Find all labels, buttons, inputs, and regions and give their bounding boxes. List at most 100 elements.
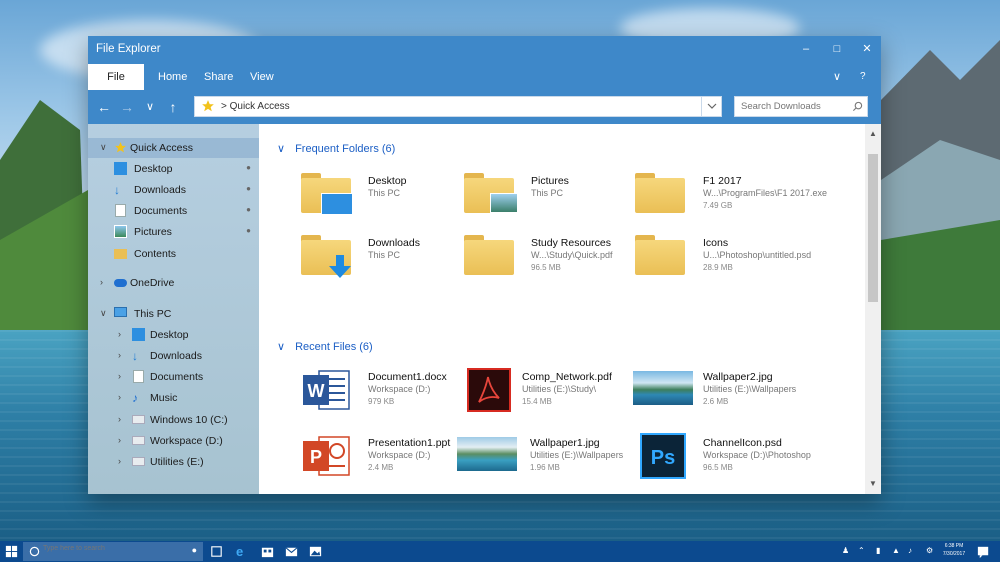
taskbar-search[interactable]: ● [23, 542, 203, 561]
sidebar-item-label: This PC [134, 308, 172, 320]
help-icon[interactable]: ? [860, 64, 866, 90]
sidebar-item-pc-documents[interactable]: › Documents [88, 367, 259, 387]
sidebar-item-this-pc[interactable]: ∨ This PC [88, 304, 259, 324]
sidebar-item-documents[interactable]: Documents ● [88, 201, 259, 221]
sidebar-item-downloads[interactable]: ↓ Downloads ● [88, 180, 259, 200]
chevron-right-icon[interactable]: › [118, 371, 121, 381]
recent-files-header[interactable]: ∨ Recent Files (6) [277, 340, 373, 353]
sidebar-item-label: Desktop [134, 163, 173, 175]
vertical-scrollbar[interactable]: ▲ ▼ [865, 124, 881, 494]
windows-start-icon[interactable] [4, 544, 19, 559]
edge-browser-icon[interactable]: e [236, 544, 251, 559]
chevron-right-icon[interactable]: › [118, 456, 121, 466]
recent-locations-chevron-icon[interactable]: ∨ [140, 96, 160, 118]
settings-gear-icon[interactable]: ⚙ [926, 546, 933, 555]
item-name: Wallpaper2.jpg [703, 371, 773, 383]
powerpoint-file-icon: P [303, 436, 350, 476]
search-input[interactable] [741, 97, 849, 116]
svg-text:Ps: Ps [651, 447, 675, 469]
tab-file[interactable]: File [88, 64, 144, 90]
store-icon[interactable] [260, 544, 275, 559]
chevron-right-icon[interactable]: › [118, 414, 121, 424]
chevron-right-icon[interactable]: › [118, 329, 121, 339]
folder-tile-study-resources[interactable]: Study Resources W...\Study\Quick.pdf 96.… [464, 235, 634, 287]
battery-icon[interactable]: ▮ [876, 546, 880, 555]
chevron-right-icon[interactable]: › [118, 350, 121, 360]
back-arrow-icon[interactable]: ← [94, 96, 114, 118]
sidebar-item-drive-e[interactable]: › Utilities (E:) [88, 452, 259, 472]
address-dropdown-chevron-icon[interactable] [701, 97, 721, 116]
item-name: Downloads [368, 237, 420, 249]
people-icon[interactable]: ♟ [842, 546, 849, 555]
up-arrow-icon[interactable]: ↑ [163, 96, 183, 118]
sidebar-item-music[interactable]: › ♪ Music [88, 388, 259, 408]
pin-icon[interactable]: ● [246, 205, 251, 214]
item-size: 2.6 MB [703, 397, 729, 406]
item-name: Document1.docx [368, 371, 447, 383]
title-bar[interactable]: File Explorer – □ ✕ [88, 36, 881, 64]
file-tile-comp-network[interactable]: Comp_Network.pdf Utilities (E:)\Study\ 1… [465, 367, 635, 419]
file-tile-presentation1[interactable]: P Presentation1.ppt Workspace (D:) 2.4 M… [301, 433, 461, 485]
folder-icon [635, 235, 685, 275]
chevron-down-icon[interactable]: ∨ [277, 340, 285, 353]
network-icon[interactable]: ▲ [892, 546, 900, 555]
notifications-icon[interactable] [976, 544, 991, 559]
close-button[interactable]: ✕ [856, 39, 878, 59]
chevron-down-icon[interactable]: ∨ [277, 142, 285, 155]
folder-tile-pictures[interactable]: Pictures This PC [464, 173, 614, 225]
minimize-button[interactable]: – [795, 39, 817, 59]
picture-icon [114, 225, 127, 238]
folder-tile-icons[interactable]: Icons U...\Photoshop\untitled.psd 28.9 M… [635, 235, 855, 287]
folder-tile-desktop[interactable]: Desktop This PC [301, 173, 451, 225]
frequent-folders-header[interactable]: ∨ Frequent Folders (6) [277, 142, 395, 155]
sidebar-item-pc-downloads[interactable]: › ↓ Downloads [88, 346, 259, 366]
navigation-pane: ∨ Quick Access Desktop ● ↓ Downloads ● D… [88, 124, 259, 494]
search-icon[interactable] [852, 101, 863, 112]
pin-icon[interactable]: ● [246, 226, 251, 235]
address-bar[interactable]: > Quick Access [194, 96, 722, 117]
sidebar-item-drive-d[interactable]: › Workspace (D:) [88, 431, 259, 451]
folder-tile-downloads[interactable]: Downloads This PC [301, 235, 451, 287]
maximize-button[interactable]: □ [826, 39, 848, 59]
item-size: 2.4 MB [368, 463, 394, 472]
sidebar-item-pc-desktop[interactable]: › Desktop [88, 325, 259, 345]
sidebar-item-desktop[interactable]: Desktop ● [88, 159, 259, 179]
file-tile-document1[interactable]: W Document1.docx Workspace (D:) 979 KB [301, 367, 461, 419]
sidebar-item-onedrive[interactable]: › OneDrive [88, 273, 259, 293]
sidebar-item-pictures[interactable]: Pictures ● [88, 222, 259, 242]
mail-icon[interactable] [284, 544, 299, 559]
file-tile-wallpaper2[interactable]: Wallpaper2.jpg Utilities (E:)\Wallpapers… [633, 367, 853, 419]
sidebar-item-contents[interactable]: Contents [88, 244, 259, 264]
pin-icon[interactable]: ● [246, 184, 251, 193]
scroll-down-icon[interactable]: ▼ [865, 477, 881, 491]
chevron-right-icon[interactable]: › [100, 277, 103, 287]
ribbon-expand-icon[interactable]: ∨ [833, 64, 841, 90]
sidebar-item-drive-c[interactable]: › Windows 10 (C:) [88, 410, 259, 430]
pin-icon[interactable]: ● [246, 163, 251, 172]
scroll-up-icon[interactable]: ▲ [865, 127, 881, 141]
taskbar-search-input[interactable] [43, 545, 193, 552]
sidebar-item-quick-access[interactable]: ∨ Quick Access [88, 138, 259, 158]
chevron-down-icon[interactable]: ∨ [100, 308, 107, 319]
file-tile-wallpaper1[interactable]: Wallpaper1.jpg Utilities (E:)\Wallpapers… [457, 433, 637, 485]
chevron-right-icon[interactable]: › [118, 392, 121, 402]
tray-chevron-up-icon[interactable]: ⌃ [858, 546, 865, 555]
item-name: Wallpaper1.jpg [530, 437, 600, 449]
clock[interactable]: 6:38 PM 7/30/2017 [942, 543, 966, 557]
forward-arrow-icon[interactable]: → [117, 96, 137, 118]
folder-tile-f1-2017[interactable]: F1 2017 W...\ProgramFiles\F1 2017.exe 7.… [635, 173, 855, 225]
task-view-icon[interactable] [209, 544, 224, 559]
scrollbar-thumb[interactable] [868, 154, 878, 302]
file-tile-channelicon[interactable]: Ps ChannelIcon.psd Workspace (D:)\Photos… [640, 433, 860, 485]
item-name: Comp_Network.pdf [522, 371, 612, 383]
item-location: Workspace (D:) [368, 384, 431, 394]
tab-view[interactable]: View [238, 64, 286, 90]
volume-icon[interactable]: ♪ [908, 546, 912, 555]
drive-icon [132, 436, 145, 445]
search-box[interactable] [734, 96, 868, 117]
microphone-icon[interactable]: ● [192, 545, 197, 555]
chevron-right-icon[interactable]: › [118, 435, 121, 445]
chevron-down-icon[interactable]: ∨ [100, 142, 107, 153]
item-location: Utilities (E:)\Wallpapers [530, 450, 624, 460]
photos-icon[interactable] [308, 544, 323, 559]
